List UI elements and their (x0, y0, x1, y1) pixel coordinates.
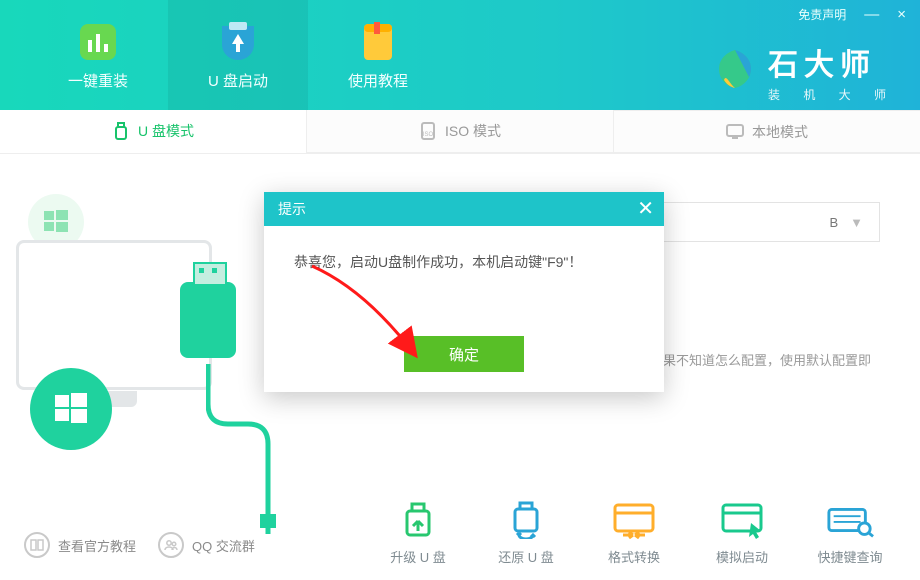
usb-small-icon (112, 122, 130, 140)
subtab-local-mode[interactable]: 本地模式 (613, 110, 920, 153)
window-play-icon (718, 501, 766, 539)
brand: 石大师 装 机 大 师 (712, 40, 896, 103)
dialog-close-button[interactable]: ✕ (637, 199, 654, 219)
dialog-success: 提示 ✕ 恭喜您，启动U盘制作成功，本机启动键"F9"！ 确定 (264, 192, 664, 392)
tab-tutorial-label: 使用教程 (348, 70, 408, 91)
bar-chart-icon (76, 20, 120, 64)
caret-down-icon: ▼ (850, 215, 863, 230)
tool-restore-usb[interactable]: 还原 U 盘 (482, 501, 570, 566)
tool-upgrade-label: 升级 U 盘 (390, 547, 446, 566)
subtab-local-mode-label: 本地模式 (752, 122, 808, 142)
book-open-icon (24, 532, 50, 558)
device-combo-value: B (829, 215, 838, 230)
close-window-button[interactable]: × (897, 7, 906, 22)
brand-title: 石大师 (768, 40, 896, 84)
dialog-ok-button[interactable]: 确定 (404, 336, 524, 372)
book-icon (356, 20, 400, 64)
minimize-button[interactable]: — (864, 7, 879, 22)
disclaimer-link[interactable]: 免责声明 (798, 6, 846, 23)
usb-up-icon (394, 501, 442, 539)
tool-hotkey-lookup[interactable]: 快捷键查询 (806, 501, 894, 566)
brand-logo-icon (712, 46, 758, 97)
tool-format-label: 格式转换 (608, 547, 660, 566)
dialog-title: 提示 (278, 199, 306, 219)
tab-usb-boot[interactable]: U 盘启动 (168, 0, 308, 110)
tool-restore-label: 还原 U 盘 (498, 547, 554, 566)
tool-simulate-boot[interactable]: 模拟启动 (698, 501, 786, 566)
iso-file-icon: ISO (419, 122, 437, 140)
subtab-usb-mode[interactable]: U 盘模式 (0, 110, 306, 153)
title-bar: 免责声明 — × 一键重装 U 盘启动 使用教程 石大师 (0, 0, 920, 110)
official-guide-label: 查看官方教程 (58, 536, 136, 555)
sub-tabs: U 盘模式 ISO ISO 模式 本地模式 (0, 110, 920, 154)
usb-cycle-icon (502, 501, 550, 539)
keyboard-search-icon (826, 501, 874, 539)
usb-drive-icon (180, 282, 236, 358)
windows-circle-icon (30, 368, 112, 450)
tool-upgrade-usb[interactable]: 升级 U 盘 (374, 501, 462, 566)
window-arrows-icon (610, 501, 658, 539)
subtab-usb-mode-label: U 盘模式 (138, 121, 194, 141)
monitor-small-icon (726, 123, 744, 141)
people-icon (158, 532, 184, 558)
tool-hotkey-label: 快捷键查询 (817, 547, 882, 566)
official-guide-link[interactable]: 查看官方教程 (24, 532, 136, 558)
qq-group-label: QQ 交流群 (192, 536, 255, 555)
dialog-header: 提示 ✕ (264, 192, 664, 226)
main-tabs: 一键重装 U 盘启动 使用教程 (0, 0, 448, 110)
subtab-iso-mode-label: ISO 模式 (445, 121, 501, 141)
tab-tutorial[interactable]: 使用教程 (308, 0, 448, 110)
dialog-message: 恭喜您，启动U盘制作成功，本机启动键"F9"！ (264, 226, 664, 298)
tab-reinstall[interactable]: 一键重装 (28, 0, 168, 110)
tool-simulate-label: 模拟启动 (716, 547, 768, 566)
tab-usb-boot-label: U 盘启动 (208, 70, 268, 91)
bottom-strip: 查看官方教程 QQ 交流群 升级 U 盘 还原 U 盘 (0, 480, 920, 580)
usb-shield-icon (216, 20, 260, 64)
svg-text:ISO: ISO (423, 132, 434, 138)
qq-group-link[interactable]: QQ 交流群 (158, 532, 255, 558)
tab-reinstall-label: 一键重装 (68, 70, 128, 91)
brand-subtitle: 装 机 大 师 (768, 86, 896, 103)
tool-format-convert[interactable]: 格式转换 (590, 501, 678, 566)
subtab-iso-mode[interactable]: ISO ISO 模式 (306, 110, 613, 153)
illustration (10, 184, 290, 474)
